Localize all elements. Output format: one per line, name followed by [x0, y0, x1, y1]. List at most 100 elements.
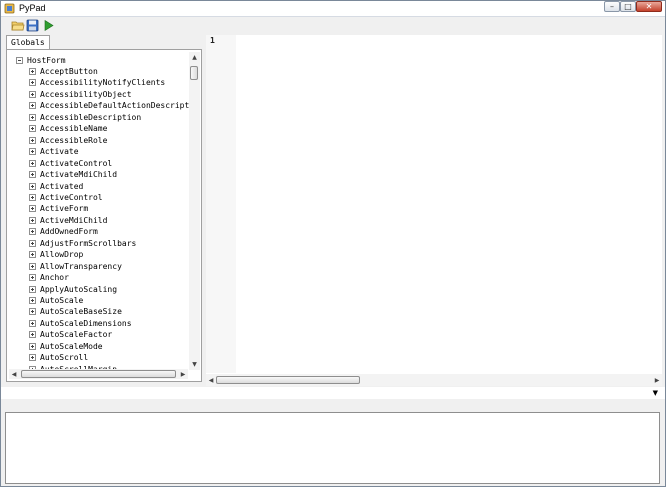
tree-vertical-scroll-thumb[interactable] — [190, 66, 198, 80]
tree-item[interactable]: AutoScale — [29, 295, 83, 306]
expand-icon[interactable] — [29, 148, 36, 156]
tree-item-label: Anchor — [40, 273, 69, 283]
tree-item-label: ActivateControl — [40, 158, 113, 168]
tree-item[interactable]: ActiveMdiChild — [29, 215, 107, 226]
tree-vertical-scrollbar[interactable]: ▲ ▼ — [189, 52, 200, 370]
tree-item[interactable]: Activate — [29, 146, 79, 157]
expand-icon[interactable] — [29, 308, 36, 316]
tree-item[interactable]: ActiveForm — [29, 203, 88, 214]
code-editor: 1 ◀ ▶ — [206, 35, 662, 386]
minimize-button[interactable]: – — [604, 1, 620, 12]
tree-item[interactable]: AutoScaleBaseSize — [29, 306, 122, 317]
scroll-up-icon[interactable]: ▲ — [189, 52, 200, 63]
run-icon[interactable] — [42, 19, 56, 32]
tree-item-label: AutoScroll — [40, 353, 89, 363]
output-pane[interactable] — [5, 412, 660, 484]
title-bar[interactable]: PyPad – □ ✕ — [1, 1, 665, 17]
expand-icon[interactable] — [29, 262, 36, 270]
tree-item-label: AccessibleRole — [40, 135, 108, 145]
tree-item-label: AutoScaleDimensions — [40, 318, 132, 328]
expand-icon[interactable] — [29, 79, 36, 87]
scroll-down-icon[interactable]: ▼ — [189, 359, 200, 370]
tree-item[interactable]: AddOwnedForm — [29, 226, 98, 237]
tree-item[interactable]: ActiveControl — [29, 192, 103, 203]
expand-icon[interactable] — [29, 285, 36, 293]
tree-item[interactable]: AutoScaleMode — [29, 341, 103, 352]
expand-icon[interactable] — [29, 216, 36, 224]
tree-item[interactable]: AllowTransparency — [29, 261, 122, 272]
expand-icon[interactable] — [29, 171, 36, 179]
scroll-left-icon[interactable]: ◀ — [9, 369, 19, 379]
dropdown-arrow-icon[interactable]: ▼ — [653, 389, 658, 397]
expand-icon[interactable] — [29, 319, 36, 327]
tab-globals[interactable]: Globals — [6, 35, 50, 49]
toolbar — [2, 17, 664, 34]
tree-item[interactable]: Anchor — [29, 272, 69, 283]
expand-icon[interactable] — [29, 331, 36, 339]
tree-item[interactable]: AutoScroll — [29, 352, 88, 363]
tree-item[interactable]: AutoScaleFactor — [29, 329, 112, 340]
tree-item-label: AutoScale — [40, 296, 84, 305]
expand-icon[interactable] — [29, 113, 36, 121]
expand-icon[interactable] — [29, 193, 36, 201]
expand-icon[interactable] — [29, 274, 36, 282]
save-icon[interactable] — [26, 19, 40, 32]
tree-item-label: AllowDrop — [40, 250, 84, 260]
expand-icon[interactable] — [29, 125, 36, 133]
tree-item-label: ActiveControl — [40, 192, 103, 202]
tree-item-label: AcceptButton — [40, 67, 98, 76]
tree-item[interactable]: AccessibilityNotifyClients — [29, 77, 165, 88]
tree-item-label: AutoScaleFactor — [40, 330, 113, 340]
expand-icon[interactable] — [29, 136, 36, 144]
tree-item-label: AutoScaleBaseSize — [40, 307, 122, 317]
expand-icon[interactable] — [29, 205, 36, 213]
tree-item[interactable]: Activated — [29, 181, 83, 192]
tree-item[interactable]: ApplyAutoScaling — [29, 284, 117, 295]
open-icon[interactable] — [11, 19, 25, 32]
tree-item[interactable]: AccessibleRole — [29, 135, 107, 146]
tree-item[interactable]: AllowDrop — [29, 249, 83, 260]
globals-tree: HostForm AcceptButton AccessibilityNotify… — [10, 52, 190, 369]
command-combo-box[interactable]: ▼ — [1, 387, 665, 399]
tree-item-label: AccessibleName — [40, 124, 108, 134]
tree-item[interactable]: AdjustFormScrollbars — [29, 238, 136, 249]
tree-item-label: AllowTransparency — [40, 261, 122, 271]
expand-icon[interactable] — [29, 90, 36, 98]
expand-icon[interactable] — [29, 159, 36, 167]
scroll-right-icon[interactable]: ▶ — [178, 369, 188, 379]
tree-item[interactable]: AutoScaleDimensions — [29, 318, 132, 329]
tree-item-label: Activated — [40, 181, 84, 191]
expand-icon[interactable] — [29, 251, 36, 259]
tree-item[interactable]: AcceptButton — [29, 66, 98, 77]
tree-horizontal-scroll-thumb[interactable] — [21, 370, 176, 378]
splitter[interactable] — [1, 399, 665, 412]
expand-icon[interactable] — [29, 102, 36, 110]
collapse-icon[interactable] — [16, 57, 23, 64]
tree-item-label: AddOwnedForm — [40, 227, 98, 237]
tree-item[interactable]: AccessibilityObject — [29, 89, 132, 100]
expand-icon[interactable] — [29, 297, 36, 304]
expand-icon[interactable] — [29, 354, 36, 362]
tree-item[interactable]: AccessibleName — [29, 123, 107, 134]
maximize-button[interactable]: □ — [620, 1, 636, 12]
tree-item[interactable]: ActivateControl — [29, 158, 112, 169]
editor-horizontal-scroll-thumb[interactable] — [216, 376, 360, 384]
expand-icon[interactable] — [29, 228, 36, 236]
tree-item-label: Activate — [40, 147, 79, 157]
editor-horizontal-scrollbar[interactable]: ◀ ▶ — [206, 374, 662, 386]
tree-item[interactable]: ActivateMdiChild — [29, 169, 117, 180]
tree-root[interactable]: HostForm — [16, 55, 66, 66]
tree-horizontal-scrollbar[interactable]: ◀ ▶ — [9, 369, 188, 379]
editor-scroll-right-icon[interactable]: ▶ — [652, 375, 662, 385]
expand-icon[interactable] — [29, 239, 36, 247]
expand-icon[interactable] — [29, 68, 36, 75]
tree-item[interactable]: AccessibleDefaultActionDescription — [29, 100, 190, 111]
window-controls: – □ ✕ — [604, 1, 662, 13]
editor-scroll-left-icon[interactable]: ◀ — [206, 375, 216, 385]
close-button[interactable]: ✕ — [636, 1, 662, 12]
tree-item[interactable]: AccessibleDescription — [29, 112, 141, 123]
tree-item-label: ActiveMdiChild — [40, 215, 108, 225]
expand-icon[interactable] — [29, 182, 36, 190]
expand-icon[interactable] — [29, 342, 36, 350]
code-text-area[interactable] — [238, 35, 662, 373]
